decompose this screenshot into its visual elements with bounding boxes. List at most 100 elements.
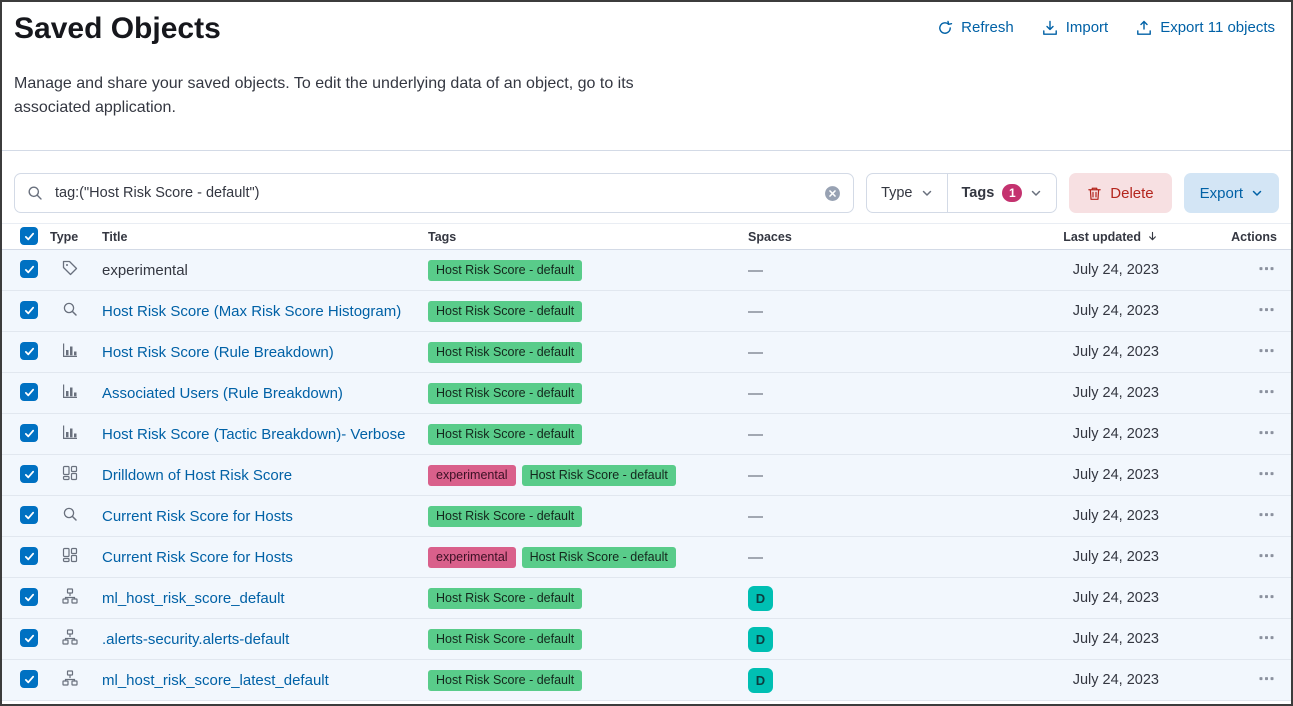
column-header-last-updated[interactable]: Last updated xyxy=(978,230,1159,244)
row-type-cell xyxy=(50,670,102,690)
tag-badge[interactable]: Host Risk Score - default xyxy=(428,506,582,527)
row-type-cell xyxy=(50,383,102,403)
column-header-title[interactable]: Title xyxy=(102,230,428,244)
row-checkbox-cell xyxy=(12,342,50,362)
header-divider xyxy=(2,150,1291,151)
row-actions-button[interactable] xyxy=(1256,666,1277,694)
refresh-button[interactable]: Refresh xyxy=(937,19,1014,36)
tag-badge[interactable]: Host Risk Score - default xyxy=(428,588,582,609)
tag-badge[interactable]: Host Risk Score - default xyxy=(428,383,582,404)
row-title-cell: Host Risk Score (Rule Breakdown) xyxy=(102,344,428,361)
row-checkbox[interactable] xyxy=(20,424,38,442)
space-badge-default: D xyxy=(748,668,773,693)
tag-badge[interactable]: Host Risk Score - default xyxy=(522,465,676,486)
export-all-button[interactable]: Export 11 objects xyxy=(1136,19,1275,36)
row-checkbox[interactable] xyxy=(20,465,38,483)
delete-button[interactable]: Delete xyxy=(1069,173,1171,213)
row-actions-button[interactable] xyxy=(1256,420,1277,448)
tag-badge[interactable]: Host Risk Score - default xyxy=(428,670,582,691)
tag-badge[interactable]: Host Risk Score - default xyxy=(428,301,582,322)
row-checkbox[interactable] xyxy=(20,588,38,606)
dashboard-icon xyxy=(62,465,78,481)
tag-badge[interactable]: Host Risk Score - default xyxy=(428,260,582,281)
tags-filter-button[interactable]: Tags 1 xyxy=(947,174,1057,212)
filter-group: Type Tags 1 xyxy=(866,173,1057,213)
row-title-link[interactable]: experimental xyxy=(102,262,188,279)
row-checkbox-cell xyxy=(12,383,50,403)
row-title-link[interactable]: ml_host_risk_score_default xyxy=(102,590,285,607)
row-spaces-cell: — xyxy=(748,385,978,402)
row-checkbox[interactable] xyxy=(20,260,38,278)
no-spaces-dash: — xyxy=(748,262,763,279)
boxes-horizontal-icon xyxy=(1258,634,1275,649)
row-actions-cell xyxy=(1159,543,1281,571)
row-last-updated: July 24, 2023 xyxy=(978,672,1159,688)
export-button[interactable]: Export xyxy=(1184,173,1279,213)
tag-badge[interactable]: Host Risk Score - default xyxy=(428,629,582,650)
tag-badge[interactable]: Host Risk Score - default xyxy=(428,424,582,445)
table-row: Host Risk Score (Max Risk Score Histogra… xyxy=(2,291,1291,332)
row-actions-button[interactable] xyxy=(1256,584,1277,612)
row-checkbox[interactable] xyxy=(20,547,38,565)
export-all-label: Export 11 objects xyxy=(1160,19,1275,36)
clear-search-button[interactable] xyxy=(824,185,841,202)
row-checkbox[interactable] xyxy=(20,383,38,401)
export-icon xyxy=(1136,20,1152,36)
no-spaces-dash: — xyxy=(748,344,763,361)
row-title-cell: ml_host_risk_score_latest_default xyxy=(102,672,428,689)
select-all-checkbox[interactable] xyxy=(20,227,38,245)
row-actions-button[interactable] xyxy=(1256,338,1277,366)
chart-icon xyxy=(62,383,78,399)
row-title-link[interactable]: Associated Users (Rule Breakdown) xyxy=(102,385,343,402)
tag-badge[interactable]: experimental xyxy=(428,465,516,486)
tag-badge[interactable]: Host Risk Score - default xyxy=(428,342,582,363)
row-checkbox[interactable] xyxy=(20,670,38,688)
row-title-cell: experimental xyxy=(102,262,428,279)
lens-icon xyxy=(62,506,78,522)
import-button[interactable]: Import xyxy=(1042,19,1109,36)
table-body: experimental Host Risk Score - default —… xyxy=(2,250,1291,701)
row-actions-button[interactable] xyxy=(1256,379,1277,407)
row-type-cell xyxy=(50,301,102,321)
tags-filter-label: Tags xyxy=(962,185,995,201)
row-actions-button[interactable] xyxy=(1256,297,1277,325)
table-row: Host Risk Score (Rule Breakdown) Host Ri… xyxy=(2,332,1291,373)
row-actions-button[interactable] xyxy=(1256,461,1277,489)
type-filter-button[interactable]: Type xyxy=(867,174,946,212)
row-title-link[interactable]: Host Risk Score (Max Risk Score Histogra… xyxy=(102,303,401,320)
no-spaces-dash: — xyxy=(748,385,763,402)
row-actions-button[interactable] xyxy=(1256,256,1277,284)
row-title-link[interactable]: ml_host_risk_score_latest_default xyxy=(102,672,329,689)
row-title-link[interactable]: Current Risk Score for Hosts xyxy=(102,508,293,525)
row-title-link[interactable]: Current Risk Score for Hosts xyxy=(102,549,293,566)
row-type-cell xyxy=(50,547,102,567)
tag-badge[interactable]: Host Risk Score - default xyxy=(522,547,676,568)
row-actions-button[interactable] xyxy=(1256,502,1277,530)
row-checkbox-cell xyxy=(12,465,50,485)
row-tags-cell: Host Risk Score - default xyxy=(428,506,748,527)
row-checkbox[interactable] xyxy=(20,629,38,647)
row-actions-button[interactable] xyxy=(1256,543,1277,571)
row-title-link[interactable]: Host Risk Score (Tactic Breakdown)- Verb… xyxy=(102,426,405,443)
column-header-type[interactable]: Type xyxy=(50,230,102,244)
table-row: Host Risk Score (Tactic Breakdown)- Verb… xyxy=(2,414,1291,455)
row-title-link[interactable]: Host Risk Score (Rule Breakdown) xyxy=(102,344,334,361)
row-spaces-cell: D xyxy=(748,627,978,652)
space-badge-default: D xyxy=(748,586,773,611)
row-actions-button[interactable] xyxy=(1256,625,1277,653)
row-title-link[interactable]: Drilldown of Host Risk Score xyxy=(102,467,292,484)
row-checkbox[interactable] xyxy=(20,301,38,319)
row-last-updated: July 24, 2023 xyxy=(978,426,1159,442)
row-checkbox[interactable] xyxy=(20,506,38,524)
row-title-cell: Current Risk Score for Hosts xyxy=(102,508,428,525)
row-title-link[interactable]: .alerts-security.alerts-default xyxy=(102,631,289,648)
no-spaces-dash: — xyxy=(748,467,763,484)
search-input[interactable] xyxy=(53,184,814,202)
row-tags-cell: experimental Host Risk Score - default xyxy=(428,547,748,568)
index-icon xyxy=(62,588,78,604)
tag-badge[interactable]: experimental xyxy=(428,547,516,568)
row-type-cell xyxy=(50,629,102,649)
row-checkbox-cell xyxy=(12,301,50,321)
header-checkbox-cell xyxy=(12,227,50,246)
row-checkbox[interactable] xyxy=(20,342,38,360)
